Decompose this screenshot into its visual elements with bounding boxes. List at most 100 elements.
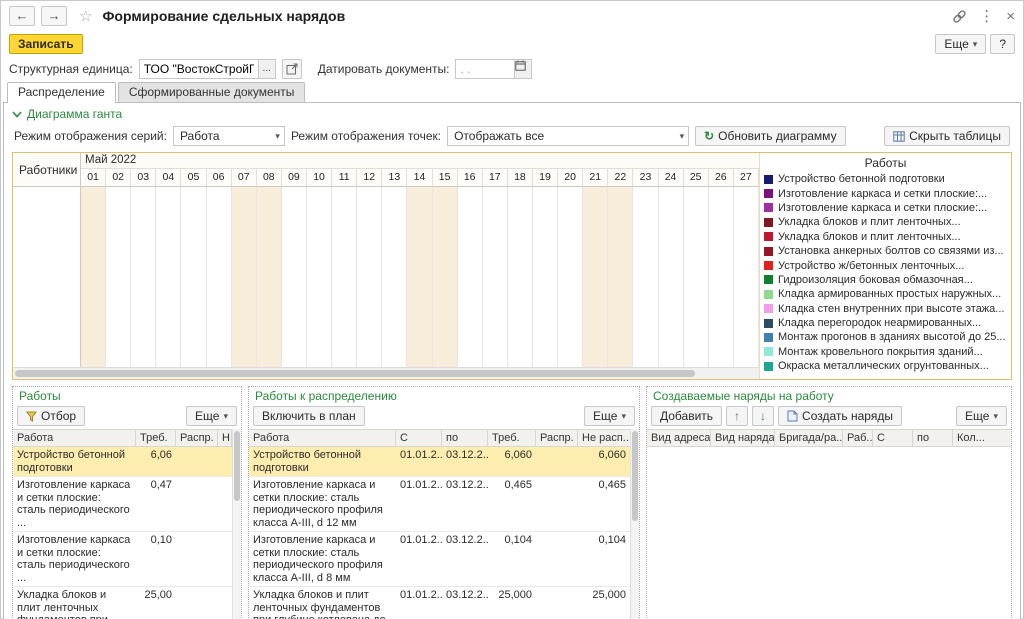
- gantt-chart[interactable]: Работники Май 2022 01 02 03 04 05 06 07 …: [13, 153, 759, 379]
- table-row[interactable]: Изготовление каркаса и сетки плоские: ст…: [13, 532, 232, 587]
- menu-dots-icon[interactable]: ⋮: [979, 9, 994, 24]
- table-row[interactable]: Устройство бетонной подготовки 01.01.2..…: [249, 447, 630, 477]
- chevron-down-icon: ▾: [973, 39, 978, 50]
- legend-item: Кладка стен внутренних при высоте этажа.…: [764, 302, 1007, 316]
- table-row[interactable]: Укладка блоков и плит ленточных фундамен…: [13, 587, 232, 619]
- more-label: Еще: [593, 409, 617, 423]
- more-button-works[interactable]: Еще ▾: [186, 406, 237, 426]
- back-button[interactable]: ←: [9, 6, 35, 26]
- gantt-day-column: [533, 187, 558, 367]
- legend-item: Гидроизоляция боковая обмазочная...: [764, 273, 1007, 287]
- series-mode-label: Режим отображения серий:: [14, 129, 167, 143]
- legend-swatch: [764, 232, 773, 241]
- gantt-day: 24: [659, 169, 684, 186]
- v-scrollbar[interactable]: [232, 429, 241, 619]
- gantt-h-scrollbar[interactable]: [13, 367, 759, 379]
- gantt-day: 02: [106, 169, 131, 186]
- structural-unit-input[interactable]: [140, 60, 258, 78]
- more-button-distribution[interactable]: Еще ▾: [584, 406, 635, 426]
- legend-item: Укладка блоков и плит ленточных...: [764, 215, 1007, 229]
- gantt-day: 10: [307, 169, 332, 186]
- legend-item: Устройство ж/бетонных ленточных...: [764, 258, 1007, 272]
- gantt-section-header[interactable]: Диаграмма ганта: [4, 103, 1020, 123]
- v-scrollbar[interactable]: [630, 429, 639, 619]
- tab-distribution[interactable]: Распределение: [7, 82, 116, 103]
- date-documents-field: [455, 59, 532, 79]
- gantt-day-column: [709, 187, 734, 367]
- create-orders-label: Создать наряды: [802, 409, 893, 423]
- col-work: Работа: [13, 430, 136, 446]
- col-required: Треб.: [136, 430, 176, 446]
- legend-item: Монтаж прогонов в зданиях высотой до 25.…: [764, 330, 1007, 344]
- legend-label: Окраска металлических огрунтованных...: [778, 360, 989, 372]
- legend-label: Кладка перегородок неармированных...: [778, 317, 981, 329]
- favorite-star-icon[interactable]: ☆: [79, 7, 92, 25]
- structural-unit-label: Структурная единица:: [9, 62, 133, 76]
- legend-swatch: [764, 247, 773, 256]
- chevron-down-icon: ▾: [993, 411, 998, 422]
- gantt-day: 16: [458, 169, 483, 186]
- gantt-day: 06: [207, 169, 232, 186]
- table-row[interactable]: Устройство бетонной подготовки 6,06: [13, 447, 232, 477]
- panel-works: Работы Отбор Еще ▾ Работа Треб. Распр. Н…: [12, 386, 242, 619]
- close-icon[interactable]: ×: [1006, 9, 1015, 24]
- table-row[interactable]: Изготовление каркаса и сетки плоские: ст…: [249, 532, 630, 587]
- save-button[interactable]: Записать: [9, 34, 83, 54]
- move-up-button[interactable]: ↑: [726, 406, 748, 426]
- include-in-plan-button[interactable]: Включить в план: [253, 406, 365, 426]
- open-icon[interactable]: [282, 59, 302, 79]
- link-icon[interactable]: [952, 9, 967, 24]
- gantt-day: 14: [407, 169, 432, 186]
- works-table[interactable]: Работа Треб. Распр. Н... Устройство бето…: [13, 429, 241, 619]
- more-button-orders[interactable]: Еще ▾: [956, 406, 1007, 426]
- gantt-day: 03: [131, 169, 156, 186]
- help-button[interactable]: ?: [990, 34, 1015, 54]
- choose-button[interactable]: ...: [258, 60, 275, 78]
- gantt-day-column: [181, 187, 206, 367]
- refresh-diagram-button[interactable]: ↻ Обновить диаграмму: [695, 126, 845, 146]
- header-fields: Структурная единица: ... Датировать доку…: [1, 57, 1023, 81]
- funnel-icon: [26, 411, 37, 422]
- gantt-legend: Работы Устройство бетонной подготовки Из…: [759, 153, 1011, 379]
- gantt-controls: Режим отображения серий: Работа ▾ Режим …: [4, 123, 1020, 149]
- col-required: Треб.: [488, 430, 536, 446]
- gantt-day-column: [608, 187, 633, 367]
- orders-table[interactable]: Вид адреса... Вид наряда Бригада/ра... Р…: [647, 429, 1011, 619]
- legend-swatch: [764, 261, 773, 270]
- gantt-day: 17: [483, 169, 508, 186]
- create-orders-button[interactable]: Создать наряды: [778, 406, 902, 426]
- legend-label: Кладка армированных простых наружных...: [778, 288, 1001, 300]
- hide-tables-button[interactable]: Скрыть таблицы: [884, 126, 1010, 146]
- calendar-icon[interactable]: [514, 60, 531, 78]
- scrollbar-thumb[interactable]: [234, 431, 240, 501]
- tab-formed-documents[interactable]: Сформированные документы: [118, 82, 306, 102]
- more-label: Еще: [944, 37, 968, 51]
- chevron-down-icon: ▾: [275, 131, 280, 142]
- date-documents-input[interactable]: [456, 60, 514, 78]
- points-mode-select[interactable]: Отображать все ▾: [447, 126, 689, 146]
- table-row[interactable]: Укладка блоков и плит ленточных фундамен…: [249, 587, 630, 619]
- scrollbar-thumb[interactable]: [15, 370, 695, 377]
- command-bar: Записать Еще ▾ ?: [1, 31, 1023, 57]
- gantt-plot-area[interactable]: [81, 187, 759, 367]
- legend-swatch: [764, 290, 773, 299]
- panel-works-title: Работы: [13, 387, 241, 403]
- gantt-day: 26: [709, 169, 734, 186]
- move-down-button[interactable]: ↓: [752, 406, 774, 426]
- more-button-top[interactable]: Еще ▾: [935, 34, 986, 54]
- distribution-table[interactable]: Работа С по Треб. Распр. Не расп... Устр…: [249, 429, 639, 619]
- col-from: С: [396, 430, 442, 446]
- col-work: Работа: [249, 430, 396, 446]
- gantt-day-column: [257, 187, 282, 367]
- add-button[interactable]: Добавить: [651, 406, 722, 426]
- scrollbar-thumb[interactable]: [632, 431, 638, 521]
- panel-orders-title: Создаваемые наряды на работу: [647, 387, 1011, 403]
- document-icon: [787, 410, 798, 422]
- table-header: Вид адреса... Вид наряда Бригада/ра... Р…: [647, 429, 1011, 447]
- series-mode-select[interactable]: Работа ▾: [173, 126, 285, 146]
- table-row[interactable]: Изготовление каркаса и сетки плоские: ст…: [13, 477, 232, 532]
- forward-button[interactable]: →: [41, 6, 67, 26]
- gantt-day-column: [558, 187, 583, 367]
- table-row[interactable]: Изготовление каркаса и сетки плоские: ст…: [249, 477, 630, 532]
- filter-button[interactable]: Отбор: [17, 406, 85, 426]
